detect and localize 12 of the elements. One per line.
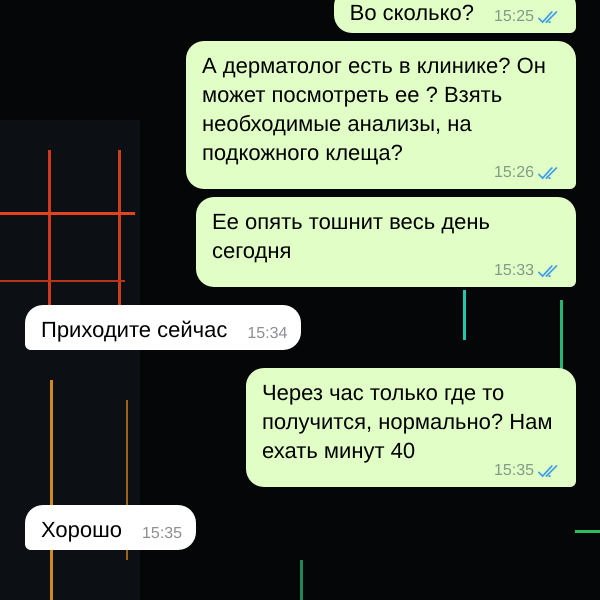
message-time: 15:35 — [142, 524, 182, 544]
message-text: А дерматолог есть в клинике? Он может посмотреть ее ? Взять необходимые анализы, на подкожного клеща? — [202, 52, 547, 166]
message-time: 15:35 — [494, 461, 534, 481]
message-text: Хорошо — [41, 516, 122, 544]
message-time: 15:25 — [494, 7, 534, 27]
message-text: Приходите сейчас — [41, 316, 228, 344]
message-time: 15:33 — [494, 261, 534, 281]
message-text: Через час только где то получится, нормально? Нам ехать минут 40 — [262, 379, 554, 464]
message-time: 15:26 — [494, 163, 534, 183]
message-text: Во сколько? — [350, 0, 474, 27]
message-time: 15:34 — [247, 324, 288, 344]
message-text: Ее опять тошнит весь день сегодня — [212, 208, 492, 265]
